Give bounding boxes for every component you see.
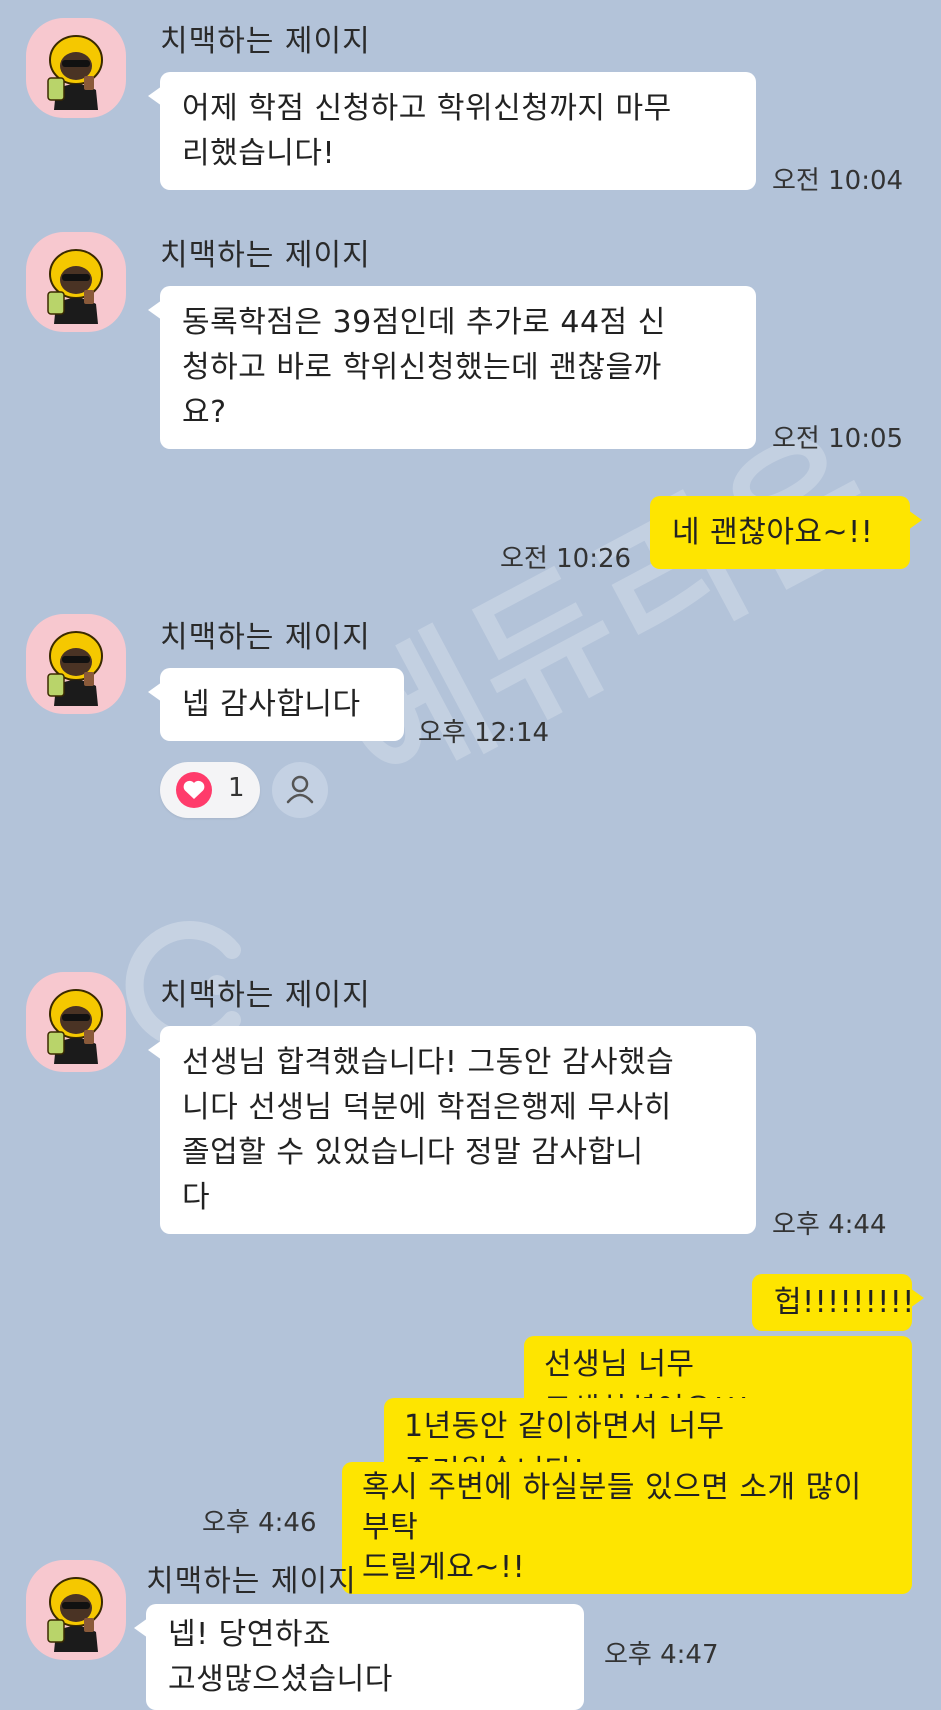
my-message-bubble[interactable]: 네 괜찮아요~!! xyxy=(650,496,922,569)
message-bubble[interactable]: 넵! 당연하죠 고생많으셨습니다 xyxy=(134,1604,584,1710)
sender-name: 치맥하는 제이지 xyxy=(160,978,371,1013)
message-bubble[interactable]: 어제 학점 신청하고 학위신청까지 마무 리했습니다! xyxy=(148,72,756,190)
message-bubble[interactable]: 넵 감사합니다 xyxy=(148,668,404,741)
jay-z-character-icon xyxy=(47,1577,103,1653)
sender-avatar[interactable] xyxy=(26,232,126,332)
message-time: 오후 4:44 xyxy=(772,1210,887,1240)
sender-avatar[interactable] xyxy=(26,1560,126,1660)
jay-z-character-icon xyxy=(47,631,103,707)
message-time: 오후 12:14 xyxy=(418,718,550,748)
jay-z-character-icon xyxy=(47,249,103,325)
my-message-bubble[interactable]: 헙!!!!!!!!! xyxy=(752,1274,924,1331)
message-bubble[interactable]: 선생님 합격했습니다! 그동안 감사했습 니다 선생님 덕분에 학점은행제 무사… xyxy=(148,1026,756,1234)
heart-icon xyxy=(176,772,212,808)
my-message-bubble[interactable]: 혹시 주변에 하실분들 있으면 소개 많이 부탁 드릴게요~!! xyxy=(342,1462,912,1594)
sender-avatar[interactable] xyxy=(26,614,126,714)
reaction-heart-button[interactable]: 1 xyxy=(160,762,260,818)
person-icon xyxy=(286,775,314,804)
add-reaction-button[interactable] xyxy=(272,762,328,818)
sender-name: 치맥하는 제이지 xyxy=(160,24,371,59)
message-time: 오전 10:05 xyxy=(772,424,904,454)
sender-name: 치맥하는 제이지 xyxy=(146,1564,357,1599)
message-time: 오전 10:04 xyxy=(772,166,904,196)
reaction-count: 1 xyxy=(228,773,245,803)
message-bubble[interactable]: 동록학점은 39점인데 추가로 44점 신 청하고 바로 학위신청했는데 괜찮을… xyxy=(148,286,756,449)
message-time: 오전 10:26 xyxy=(500,544,632,574)
sender-name: 치맥하는 제이지 xyxy=(160,620,371,655)
sender-name: 치맥하는 제이지 xyxy=(160,238,371,273)
message-time: 오후 4:47 xyxy=(604,1640,719,1670)
message-time: 오후 4:46 xyxy=(202,1508,317,1538)
sender-avatar[interactable] xyxy=(26,18,126,118)
jay-z-character-icon xyxy=(47,989,103,1065)
sender-avatar[interactable] xyxy=(26,972,126,1072)
jay-z-character-icon xyxy=(47,35,103,111)
